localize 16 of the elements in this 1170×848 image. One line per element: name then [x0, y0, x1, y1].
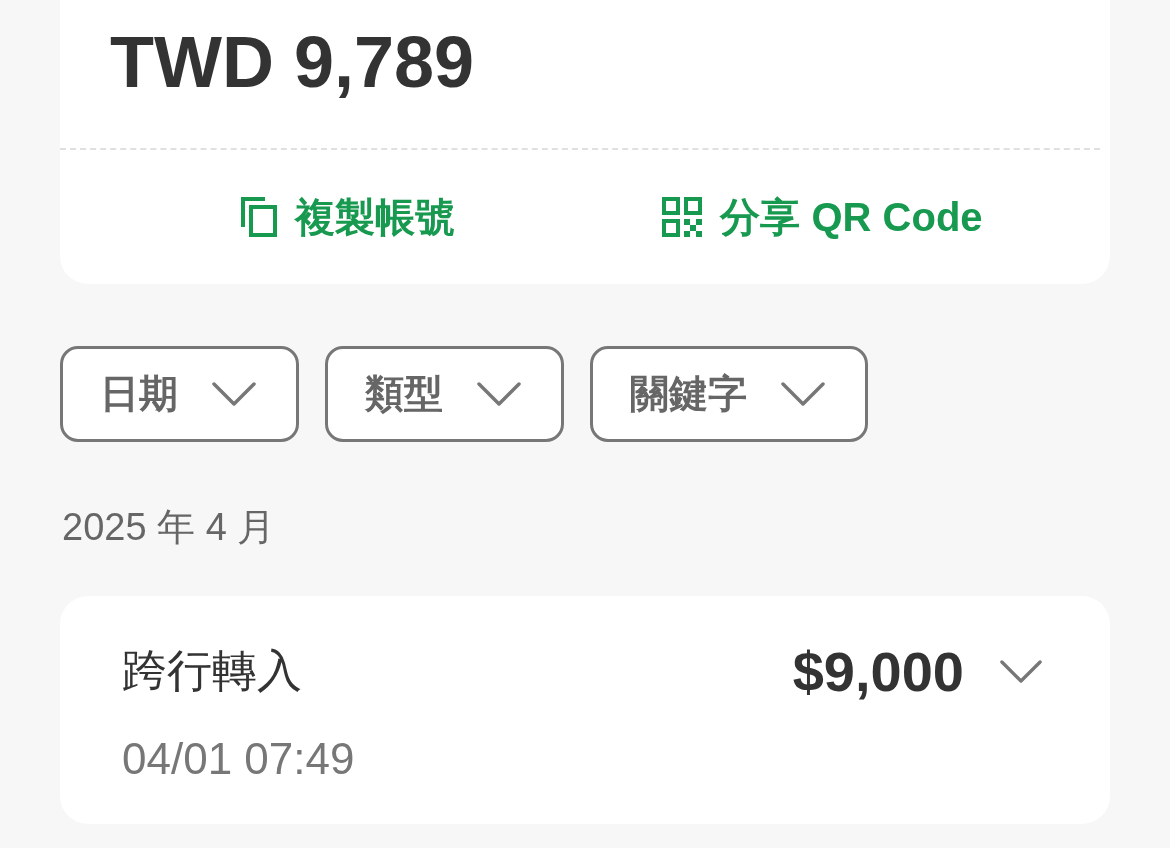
chevron-down-icon: [477, 382, 521, 406]
copy-account-button[interactable]: 複製帳號: [236, 183, 459, 251]
transaction-title: 跨行轉入: [122, 644, 302, 698]
qr-code-icon: [662, 197, 703, 237]
copy-icon: [240, 197, 277, 237]
filter-dropdown[interactable]: 日期: [60, 346, 299, 442]
filter-dropdown[interactable]: 關鍵字: [590, 346, 868, 442]
chevron-down-icon: [781, 382, 825, 406]
transaction-amount: $9,000: [792, 638, 964, 704]
chevron-down-icon: [212, 382, 256, 406]
transaction-card[interactable]: 跨行轉入 $9,000 04/01 07:49: [60, 596, 1110, 824]
share-qr-button[interactable]: 分享 QR Code: [658, 183, 987, 251]
month-heading: 2025 年 4 月: [61, 505, 277, 550]
filter-dropdown[interactable]: 類型: [325, 346, 564, 442]
transaction-time: 04/01 07:49: [122, 734, 356, 784]
balance-amount: TWD 9,789: [109, 21, 476, 104]
